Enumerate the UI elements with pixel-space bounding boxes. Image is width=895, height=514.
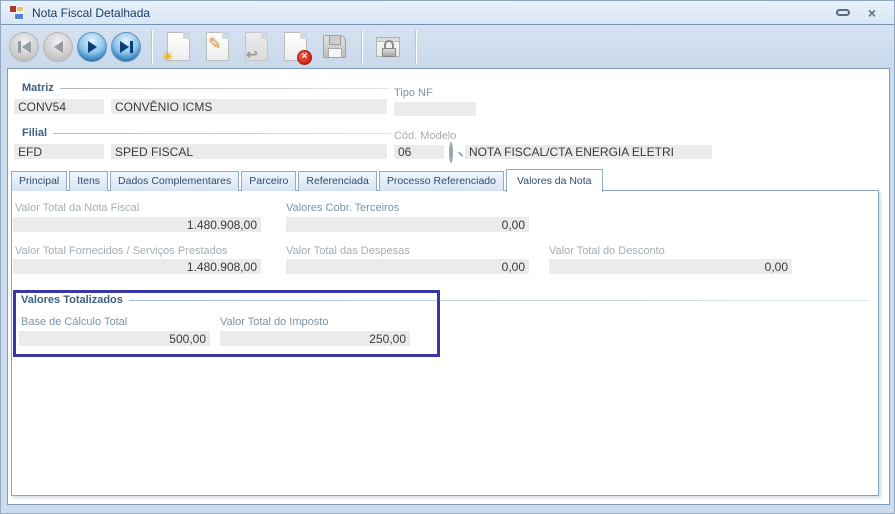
matriz-name-field[interactable]: CONVÊNIO ICMS [111,99,387,114]
window-title: Nota Fiscal Detalhada [32,5,151,20]
form-area: Matriz CONV54 CONVÊNIO ICMS Filial EFD S… [7,68,890,505]
valor-total-fornecidos-field[interactable]: 1.480.908,00 [13,259,261,274]
tipo-nf-field[interactable] [394,102,476,116]
previous-record-icon [43,31,73,62]
cod-modelo-label: Cód. Modelo [394,130,457,142]
search-icon[interactable] [449,142,464,163]
matriz-group-label: Matriz [22,82,54,94]
valor-total-desconto-label: Valor Total do Desconto [549,245,665,257]
undo-icon: ↩ [238,29,274,65]
minimize-icon[interactable] [835,9,850,16]
valores-totalizados-group-label: Valores Totalizados [21,294,123,306]
tab-referenciada[interactable]: Referenciada [298,171,377,191]
valores-cobr-terceiros-field[interactable]: 0,00 [286,217,529,232]
tab-strip: Principal Itens Dados Complementares Par… [11,169,605,192]
group-divider [59,87,390,89]
delete-record-icon[interactable]: × [277,29,313,65]
tab-panel-valores-da-nota: Valor Total da Nota Fiscal Valores Cobr.… [11,190,879,496]
close-icon[interactable]: × [868,6,876,20]
valor-total-fornecidos-label: Valor Total Fornecidos / Serviços Presta… [15,245,228,257]
tab-dados-complementares[interactable]: Dados Complementares [110,171,240,191]
valores-cobr-terceiros-label: Valores Cobr. Terceiros [286,202,400,214]
filial-name-field[interactable]: SPED FISCAL [111,144,387,159]
app-form-icon [9,4,25,21]
next-record-icon[interactable] [77,31,107,62]
cod-modelo-description-field[interactable]: NOTA FISCAL/CTA ENERGIA ELETRI [465,145,712,159]
valor-total-nota-label: Valor Total da Nota Fiscal [15,202,140,214]
titlebar: Nota Fiscal Detalhada × [1,1,894,25]
toolbar-separator [362,29,363,64]
tab-principal[interactable]: Principal [11,171,68,191]
group-divider [128,299,869,301]
base-calculo-total-field[interactable]: 500,00 [19,331,210,346]
tab-parceiro[interactable]: Parceiro [241,171,297,191]
filial-code-field[interactable]: EFD [14,144,104,159]
edit-record-icon[interactable]: ✎ [199,29,235,65]
cod-modelo-field[interactable]: 06 [394,145,444,159]
valor-total-desconto-field[interactable]: 0,00 [549,259,792,274]
valor-total-despesas-field[interactable]: 0,00 [286,259,529,274]
toolbar-separator [152,29,153,64]
matriz-code-field[interactable]: CONV54 [14,99,104,114]
valor-total-nota-field[interactable]: 1.480.908,00 [13,217,261,232]
valor-total-imposto-label: Valor Total do Imposto [220,316,329,328]
toolbar-separator [416,29,417,64]
valor-total-imposto-field[interactable]: 250,00 [220,331,410,346]
tab-itens[interactable]: Itens [69,171,109,191]
tab-valores-da-nota[interactable]: Valores da Nota [506,169,603,192]
new-record-icon[interactable]: ☀ [160,29,196,65]
tab-processo-referenciado[interactable]: Processo Referenciado [378,171,504,191]
filial-group-label: Filial [22,127,48,139]
save-icon [316,29,352,65]
valor-total-despesas-label: Valor Total das Despesas [286,245,410,257]
toolbar: ☀ ✎ ↩ × [1,25,894,68]
tipo-nf-label: Tipo NF [394,87,433,99]
security-lock-icon[interactable] [370,29,406,65]
base-calculo-total-label: Base de Cálculo Total [21,316,128,328]
last-record-icon[interactable] [111,31,141,62]
first-record-icon [9,31,39,62]
group-divider [53,132,390,134]
window-frame: Nota Fiscal Detalhada × ☀ ✎ ↩ × Matriz C… [0,0,895,514]
